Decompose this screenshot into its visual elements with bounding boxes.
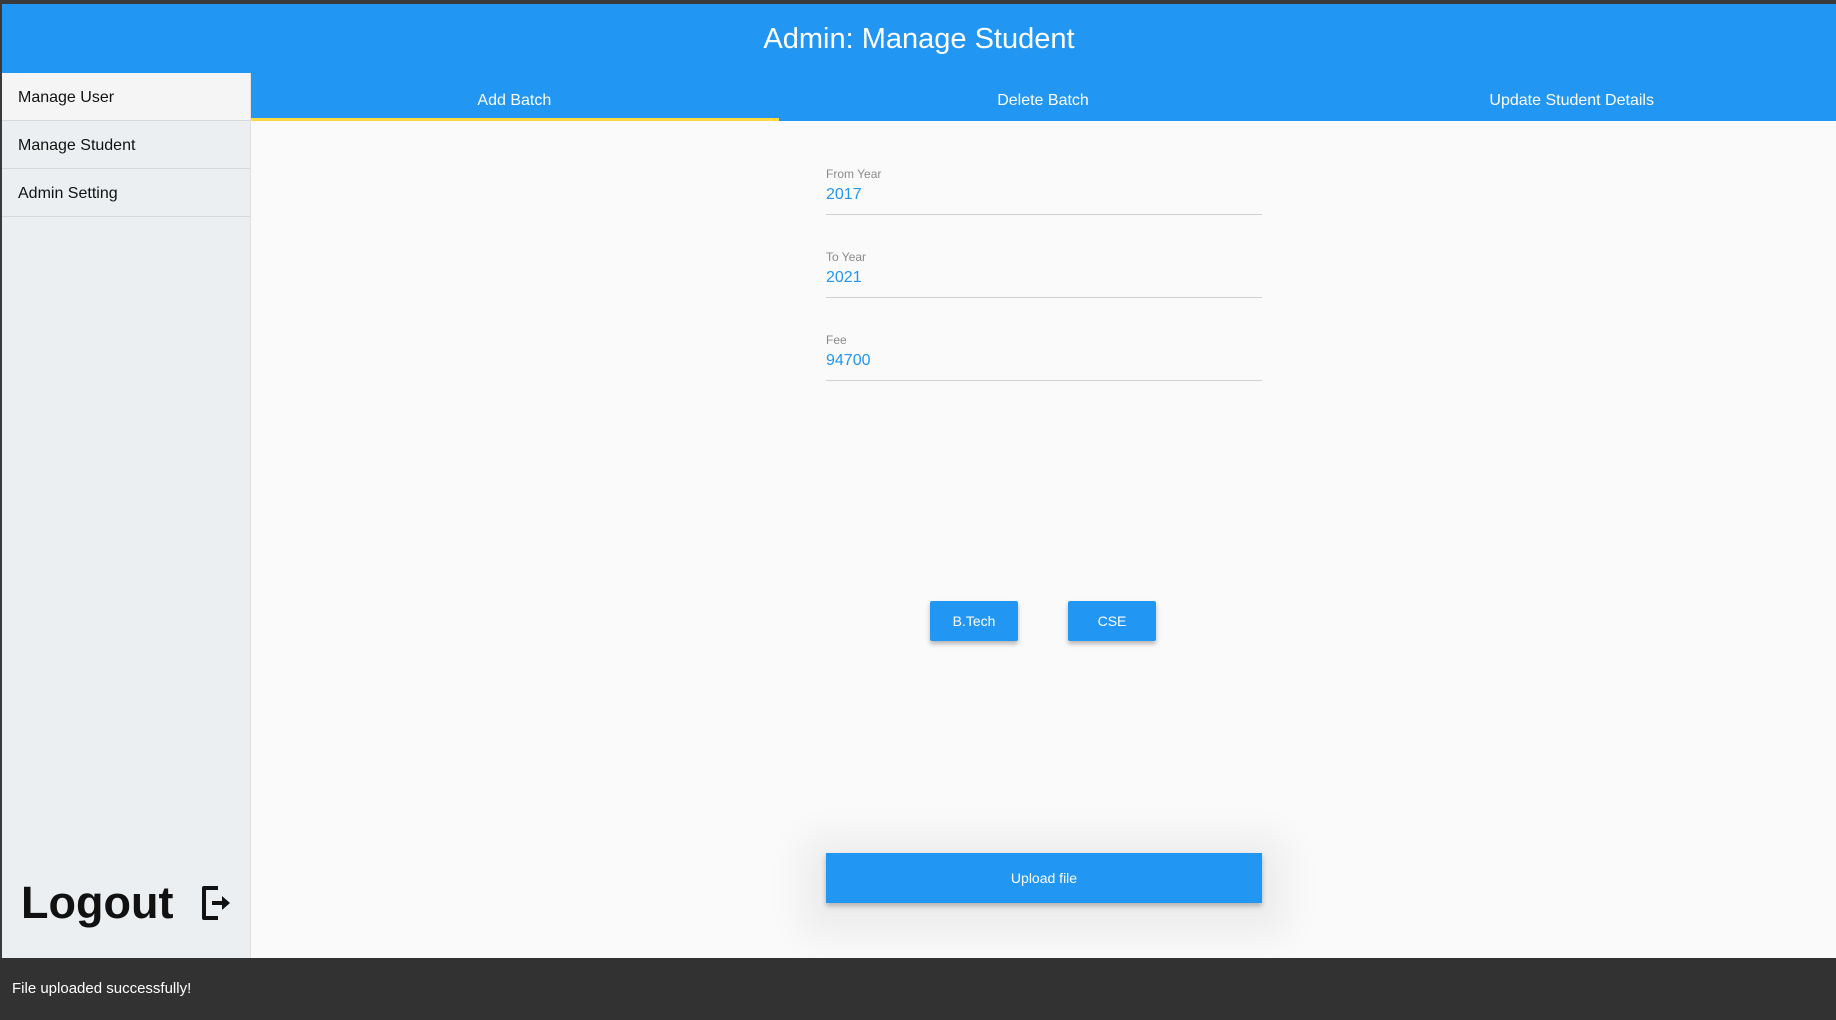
fee-field: Fee xyxy=(826,330,1262,381)
branch-select-button[interactable]: CSE xyxy=(1068,601,1156,641)
upload-file-button[interactable]: Upload file xyxy=(826,853,1262,903)
from-year-label: From Year xyxy=(826,167,882,181)
app-window: Admin: Manage Student Add Batch Delete B… xyxy=(2,4,1836,1020)
fee-input[interactable] xyxy=(826,352,1256,370)
tab-bar: Add Batch Delete Batch Update Student De… xyxy=(250,73,1836,121)
sidebar-item-admin-setting[interactable]: Admin Setting xyxy=(2,169,250,217)
sidebar-item-manage-student[interactable]: Manage Student xyxy=(2,121,250,169)
sidebar: Manage User Manage Student Admin Setting… xyxy=(2,73,251,962)
snackbar-message: File uploaded successfully! xyxy=(12,980,192,997)
logout-button[interactable]: Logout xyxy=(21,873,234,933)
tab-delete-batch[interactable]: Delete Batch xyxy=(779,73,1308,121)
course-select-button[interactable]: B.Tech xyxy=(930,601,1018,641)
to-year-field: To Year xyxy=(826,247,1262,298)
logout-label: Logout xyxy=(21,877,174,928)
logout-icon[interactable] xyxy=(200,884,234,922)
page-title: Admin: Manage Student xyxy=(763,23,1075,55)
from-year-input[interactable] xyxy=(826,186,1256,204)
sidebar-item-manage-user[interactable]: Manage User xyxy=(2,73,250,121)
snackbar: File uploaded successfully! xyxy=(0,958,1836,1020)
to-year-label: To Year xyxy=(826,250,867,264)
fee-label: Fee xyxy=(826,333,847,347)
to-year-input[interactable] xyxy=(826,269,1256,287)
app-bar: Admin: Manage Student Add Batch Delete B… xyxy=(2,4,1836,121)
from-year-field: From Year xyxy=(826,164,1262,215)
tab-add-batch[interactable]: Add Batch xyxy=(250,73,779,121)
tab-update-student-details[interactable]: Update Student Details xyxy=(1307,73,1836,121)
